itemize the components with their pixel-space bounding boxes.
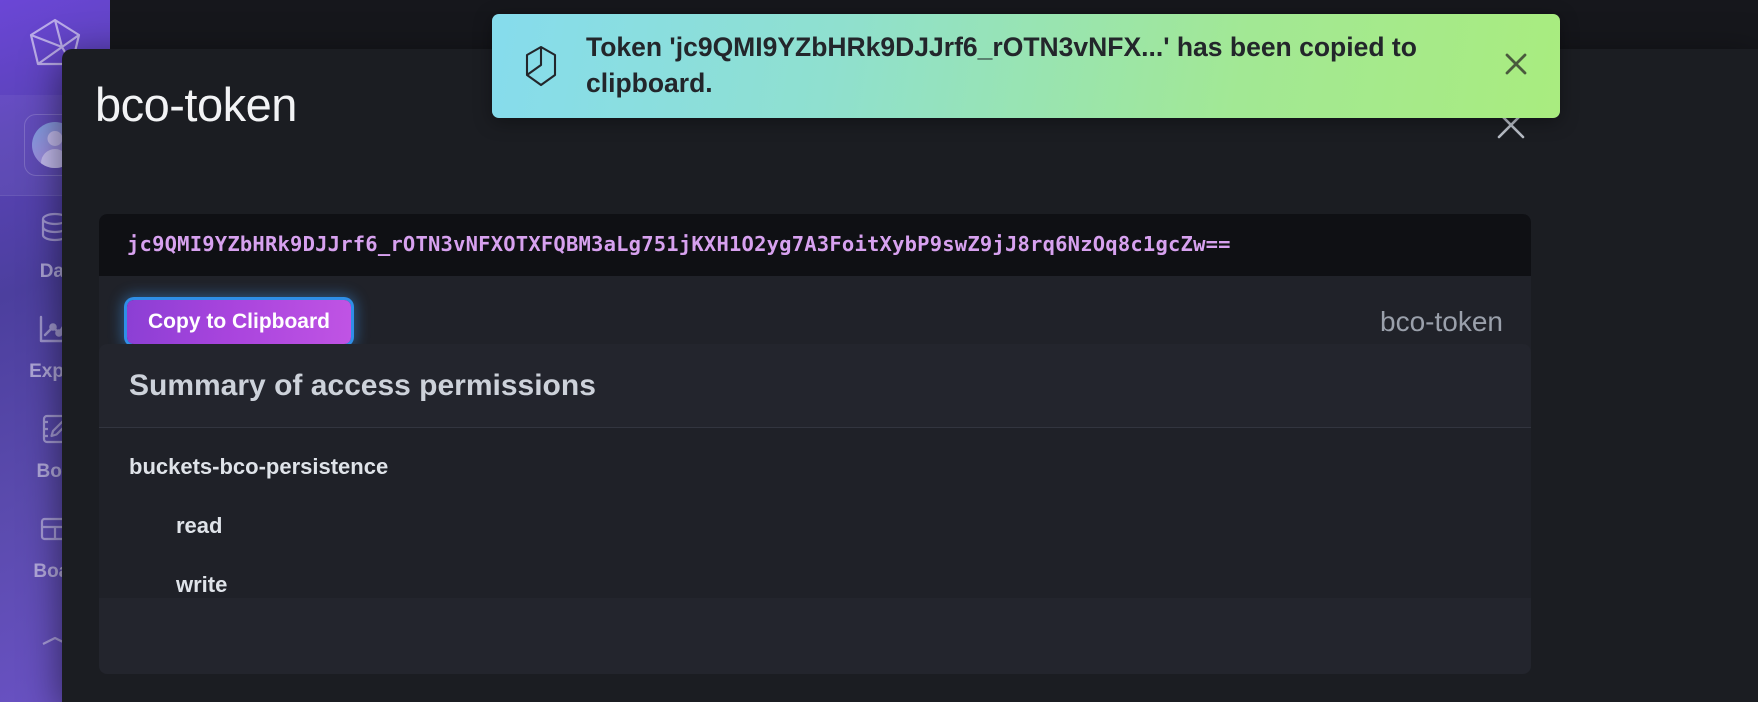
permissions-card: Summary of access permissions buckets-bc… [99, 344, 1531, 674]
toast-message: Token 'jc9QMI9YZbHRk9DJJrf6_rOTN3vNFX...… [586, 32, 1417, 98]
token-modal: bco-token jc9QMI9YZbHRk9DJJrf6_rOTN3vNFX… [62, 49, 1758, 702]
token-value-row: jc9QMI9YZbHRk9DJJrf6_rOTN3vNFXOTXFQBM3aL… [99, 214, 1531, 276]
copy-to-clipboard-button[interactable]: Copy to Clipboard [127, 300, 351, 344]
package-cube-icon [518, 43, 564, 89]
toast-close-button[interactable] [1494, 44, 1538, 88]
close-icon [1501, 49, 1531, 84]
token-name-label: bco-token [1380, 306, 1503, 337]
token-value[interactable]: jc9QMI9YZbHRk9DJJrf6_rOTN3vNFXOTXFQBM3aL… [127, 232, 1503, 256]
page-title: bco-token [95, 78, 297, 131]
permission-scope: read [176, 513, 223, 538]
permissions-body: buckets-bco-persistence read write [99, 428, 1531, 598]
permissions-header: Summary of access permissions [99, 344, 1531, 428]
toast-notification: Token 'jc9QMI9YZbHRk9DJJrf6_rOTN3vNFX...… [492, 14, 1560, 118]
permission-group-name: buckets-bco-persistence [129, 454, 389, 479]
permission-scope: write [176, 572, 228, 597]
permissions-title: Summary of access permissions [129, 368, 596, 402]
app-root: Dat Explo Boo Boar bco-token jc9QMI9YZbH… [0, 0, 1758, 702]
